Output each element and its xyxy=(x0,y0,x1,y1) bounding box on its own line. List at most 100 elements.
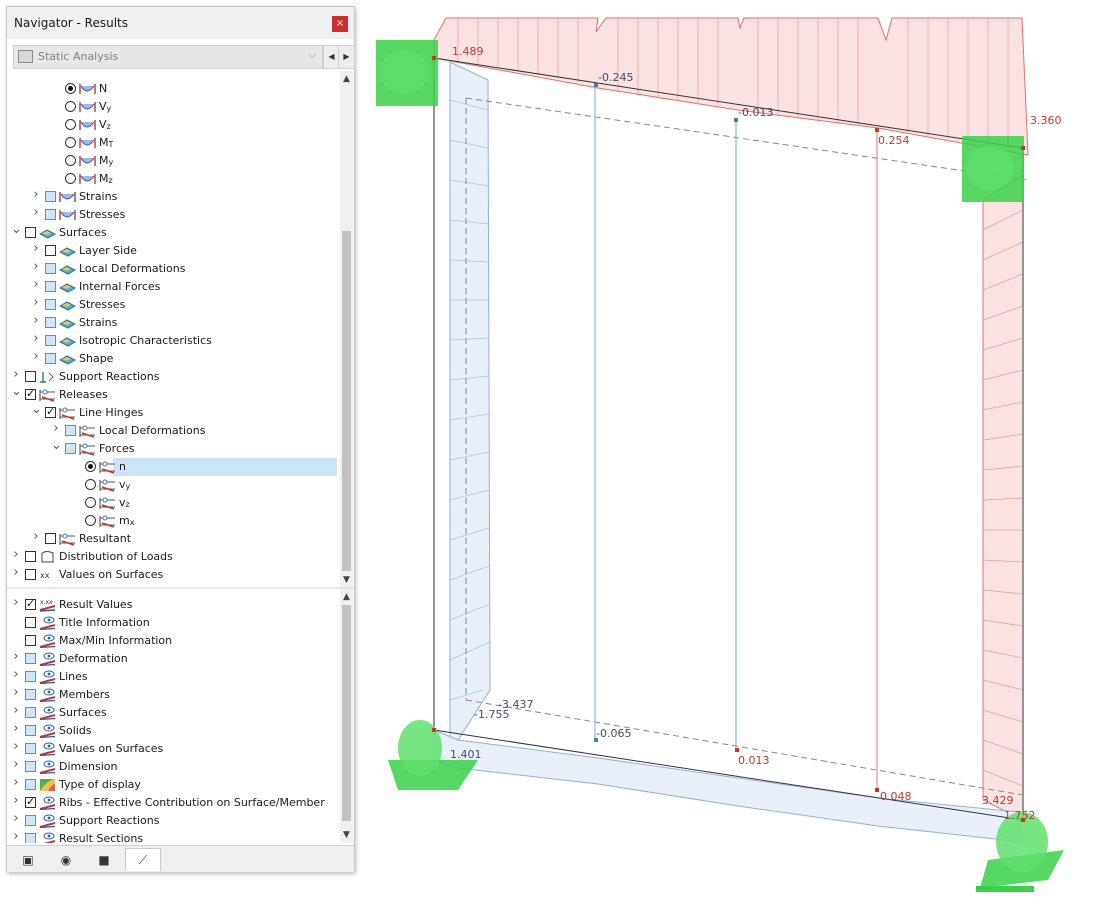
checkbox[interactable] xyxy=(45,281,56,292)
tree-row[interactable]: › Strains xyxy=(7,314,337,332)
checkbox[interactable] xyxy=(25,635,36,646)
checkbox[interactable] xyxy=(25,653,36,664)
expand-icon[interactable]: › xyxy=(11,566,21,579)
tree-row[interactable]: vz xyxy=(7,494,337,512)
tree-row[interactable]: › Type of display xyxy=(7,776,337,794)
tree-row[interactable]: › xx Values on Surfaces xyxy=(7,566,337,584)
next-button[interactable]: ▶ xyxy=(338,45,355,69)
checkbox[interactable] xyxy=(25,707,36,718)
tree-row[interactable]: Title Information xyxy=(7,614,337,632)
collapse-icon[interactable]: ⌄ xyxy=(31,403,42,416)
tree-row[interactable]: ⌄ ✓ Releases xyxy=(7,385,337,404)
scroll-down-icon[interactable]: ▼ xyxy=(340,829,353,842)
checkbox[interactable] xyxy=(25,689,36,700)
checkbox[interactable] xyxy=(65,425,76,436)
radio-button[interactable] xyxy=(85,461,96,472)
tree-row[interactable]: › ✓ Ribs - Effective Contribution on Surfa… xyxy=(7,794,337,812)
tree-row[interactable]: › Dimension xyxy=(7,758,337,776)
checkbox[interactable]: ✓ xyxy=(25,597,36,610)
scroll-up-icon[interactable]: ▲ xyxy=(340,73,353,86)
expand-icon[interactable]: › xyxy=(11,368,21,381)
tree-row[interactable]: n xyxy=(7,458,337,476)
tree-row[interactable]: › Solids xyxy=(7,722,337,740)
expand-icon[interactable]: › xyxy=(11,830,21,843)
scroll-up-icon[interactable]: ▲ xyxy=(340,591,353,604)
expand-icon[interactable]: › xyxy=(11,596,21,609)
expand-icon[interactable]: › xyxy=(11,794,21,807)
checkbox[interactable] xyxy=(25,371,36,382)
tree-row[interactable]: › Local Deformations xyxy=(7,260,337,278)
tree-row[interactable]: › Deformation xyxy=(7,650,337,668)
radio-button[interactable] xyxy=(65,101,76,112)
checkbox[interactable] xyxy=(65,443,76,454)
checkbox[interactable] xyxy=(45,335,56,346)
checkbox[interactable] xyxy=(45,245,56,256)
expand-icon[interactable]: › xyxy=(31,260,41,273)
model-viewport[interactable]: 1.489 -0.245 -0.013 3.360 0.254 -3.437 -… xyxy=(358,0,1110,906)
radio-button[interactable] xyxy=(85,479,96,490)
radio-button[interactable] xyxy=(65,173,76,184)
collapse-icon[interactable]: ⌄ xyxy=(11,223,22,236)
checkbox[interactable] xyxy=(25,617,36,628)
expand-icon[interactable]: › xyxy=(11,758,21,771)
scrollbar-thumb[interactable] xyxy=(342,231,351,571)
tree-row[interactable]: › Internal Forces xyxy=(7,278,337,296)
checkbox[interactable] xyxy=(25,671,36,682)
tree-row[interactable]: mx xyxy=(7,512,337,530)
checkbox[interactable] xyxy=(45,533,56,544)
expand-icon[interactable]: › xyxy=(11,704,21,717)
collapse-icon[interactable]: ⌄ xyxy=(51,439,62,452)
radio-button[interactable] xyxy=(65,83,76,94)
display-tree-scrollbar[interactable]: ▲ ▼ xyxy=(340,589,353,843)
tab-data[interactable]: ▣ xyxy=(11,849,45,871)
expand-icon[interactable]: › xyxy=(11,722,21,735)
expand-icon[interactable]: › xyxy=(31,350,41,363)
tree-row[interactable]: › Isotropic Characteristics xyxy=(7,332,337,350)
expand-icon[interactable]: › xyxy=(31,188,41,201)
results-tree-scrollbar[interactable]: ▲ ▼ xyxy=(340,71,353,587)
tree-row[interactable]: ⌄ Surfaces xyxy=(7,223,337,242)
checkbox[interactable] xyxy=(25,761,36,772)
expand-icon[interactable]: › xyxy=(11,740,21,753)
close-button[interactable]: × xyxy=(332,16,348,32)
radio-button[interactable] xyxy=(65,119,76,130)
tree-row[interactable]: Max/Min Information xyxy=(7,632,337,650)
tree-row[interactable]: › Values on Surfaces xyxy=(7,740,337,758)
tree-row[interactable]: › Result Sections xyxy=(7,830,337,843)
radio-button[interactable] xyxy=(65,137,76,148)
checkbox[interactable] xyxy=(25,551,36,562)
tree-row[interactable]: › Surfaces xyxy=(7,704,337,722)
tree-row[interactable]: N xyxy=(7,80,337,98)
tree-row[interactable]: › Stresses xyxy=(7,206,337,224)
tree-row[interactable]: › ✓ x.xx Result Values xyxy=(7,596,337,614)
radio-button[interactable] xyxy=(65,155,76,166)
expand-icon[interactable]: › xyxy=(11,776,21,789)
checkbox[interactable]: ✓ xyxy=(25,795,36,808)
tree-row[interactable]: › Shape xyxy=(7,350,337,368)
tree-row[interactable]: › Layer Side xyxy=(7,242,337,260)
tab-display[interactable]: ◉ xyxy=(49,849,83,871)
checkbox[interactable] xyxy=(25,569,36,580)
tree-row[interactable]: › Support Reactions xyxy=(7,368,337,386)
tree-row[interactable]: Vz xyxy=(7,116,337,134)
tree-row[interactable]: › Lines xyxy=(7,668,337,686)
checkbox[interactable]: ✓ xyxy=(25,387,36,400)
expand-icon[interactable]: › xyxy=(31,530,41,543)
tree-row[interactable]: MT xyxy=(7,134,337,152)
scrollbar-thumb[interactable] xyxy=(342,605,351,821)
radio-button[interactable] xyxy=(85,515,96,526)
checkbox[interactable] xyxy=(45,263,56,274)
expand-icon[interactable]: › xyxy=(11,650,21,663)
expand-icon[interactable]: › xyxy=(31,206,41,219)
checkbox[interactable] xyxy=(45,191,56,202)
expand-icon[interactable]: › xyxy=(11,668,21,681)
checkbox[interactable] xyxy=(25,725,36,736)
tree-row[interactable]: My xyxy=(7,152,337,170)
tree-row[interactable]: vy xyxy=(7,476,337,494)
expand-icon[interactable]: › xyxy=(31,278,41,291)
expand-icon[interactable]: › xyxy=(31,242,41,255)
checkbox[interactable] xyxy=(25,815,36,826)
expand-icon[interactable]: › xyxy=(51,422,61,435)
scroll-down-icon[interactable]: ▼ xyxy=(340,574,353,587)
checkbox[interactable] xyxy=(25,227,36,238)
